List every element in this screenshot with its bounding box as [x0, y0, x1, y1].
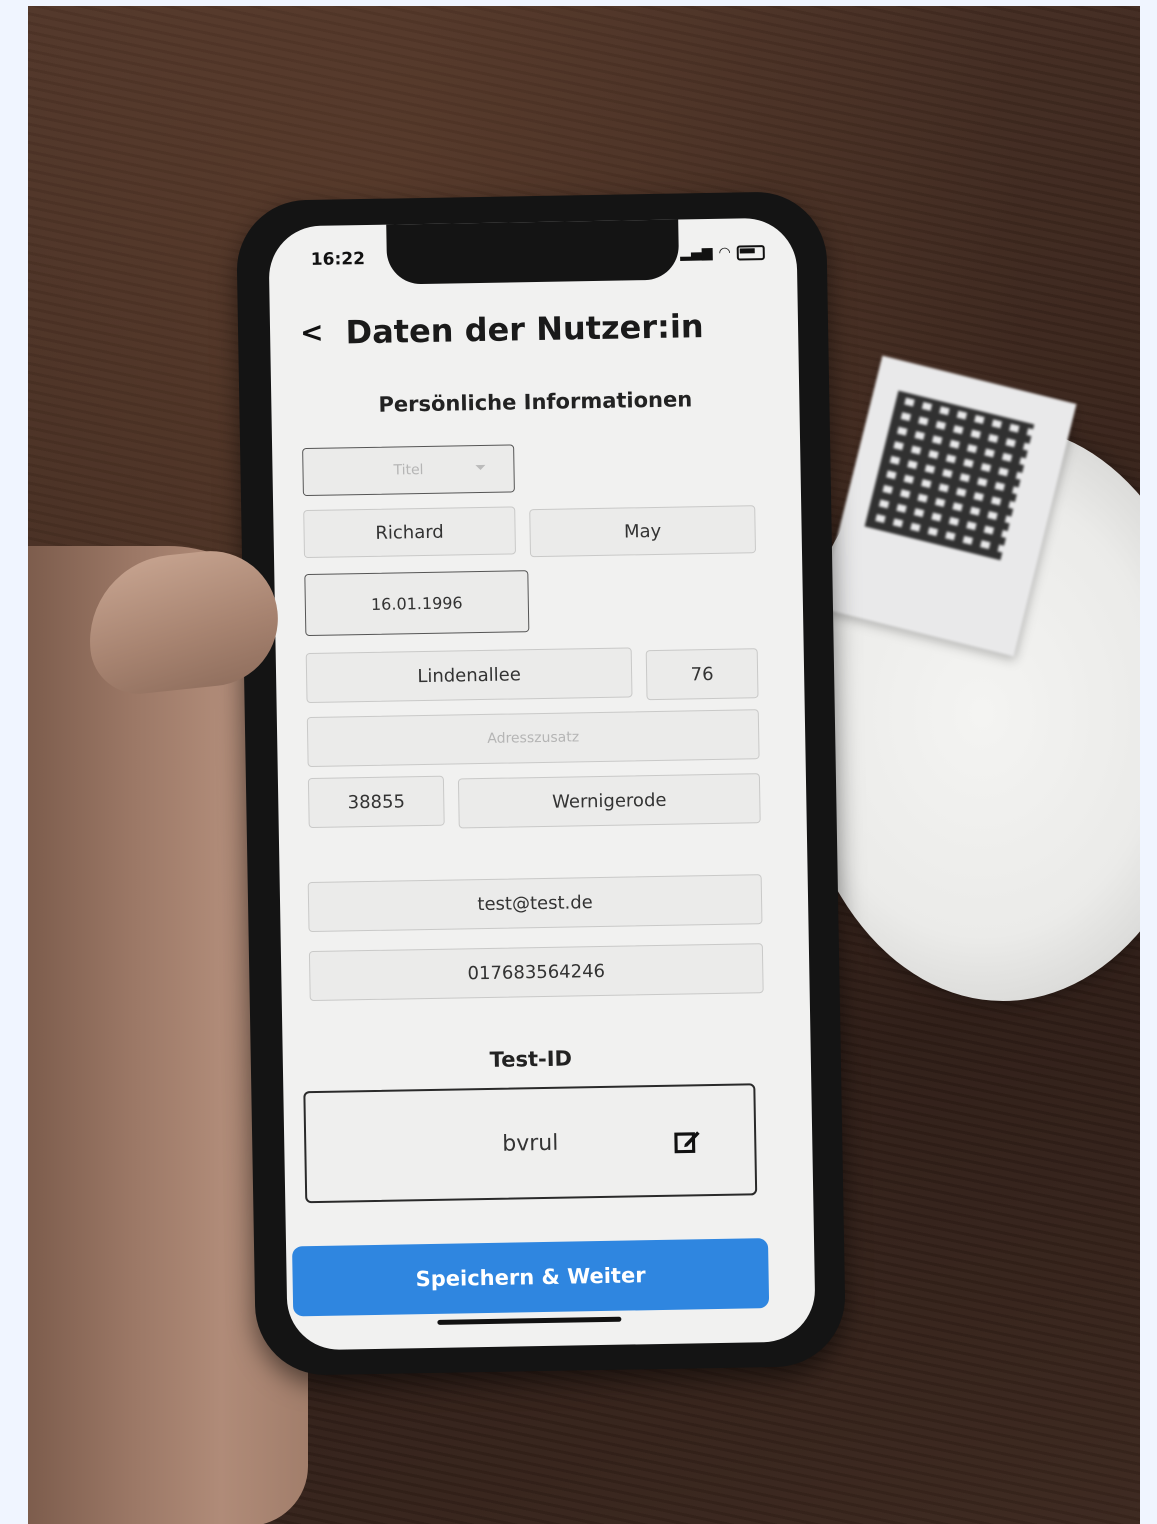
first-name-field[interactable]: Richard [303, 506, 516, 559]
phone-field[interactable]: 017683564246 [308, 943, 764, 1002]
chevron-left-icon[interactable]: < [300, 316, 324, 349]
phone-notch [386, 217, 680, 285]
test-id-box[interactable]: bvrul [303, 1083, 758, 1204]
signal-icon: ▂▄▆ [680, 244, 713, 262]
wifi-icon: ◠ [718, 244, 731, 261]
title-select[interactable]: Titel [302, 444, 515, 497]
street-field[interactable]: Lindenallee [305, 647, 633, 704]
home-indicator [437, 1316, 622, 1325]
personal-info-heading: Persönliche Informationen [378, 387, 693, 417]
postal-code-field[interactable]: 38855 [307, 775, 445, 829]
chevron-down-icon [475, 464, 486, 471]
photo-background: 16:22 ▂▄▆ ◠ < Daten der Nutzer:in Persön… [28, 6, 1140, 1524]
address-extra-placeholder: Adresszusatz [487, 729, 580, 747]
qr-code-image [864, 390, 1035, 561]
address-extra-field[interactable]: Adresszusatz [306, 709, 760, 768]
test-id-heading: Test-ID [489, 1046, 573, 1072]
save-continue-button[interactable]: Speichern & Weiter [292, 1238, 770, 1317]
page-header: < Daten der Nutzer:in [300, 307, 704, 352]
status-icons: ▂▄▆ ◠ [680, 244, 765, 261]
title-select-placeholder: Titel [393, 462, 424, 479]
city-field[interactable]: Wernigerode [457, 773, 761, 829]
edit-icon[interactable] [672, 1126, 703, 1157]
last-name-field[interactable]: May [529, 505, 757, 558]
email-field[interactable]: test@test.de [307, 874, 763, 933]
app-screen: 16:22 ▂▄▆ ◠ < Daten der Nutzer:in Persön… [268, 217, 816, 1351]
phone-device: 16:22 ▂▄▆ ◠ < Daten der Nutzer:in Persön… [235, 190, 847, 1377]
status-time: 16:22 [310, 248, 366, 270]
house-number-field[interactable]: 76 [645, 648, 759, 701]
test-id-value: bvrul [502, 1130, 559, 1157]
page-title: Daten der Nutzer:in [345, 307, 704, 352]
battery-icon [736, 244, 765, 261]
birth-date-field[interactable]: 16.01.1996 [304, 570, 530, 637]
